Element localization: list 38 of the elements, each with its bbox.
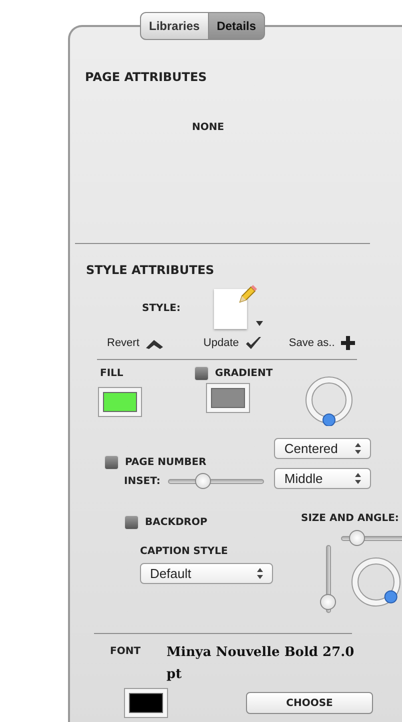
section-title: PAGE ATTRIBUTES	[85, 69, 208, 86]
dropdown[interactable]: Middle	[274, 468, 372, 489]
dropdown[interactable]: Centered	[274, 438, 372, 459]
slider-thumb[interactable]	[195, 473, 212, 489]
page-number-label: PAGE NUMBER	[125, 456, 206, 470]
color-swatch[interactable]	[206, 383, 250, 413]
checkbox[interactable]	[194, 366, 209, 381]
angle-dial[interactable]	[302, 374, 355, 426]
checkbox[interactable]	[104, 455, 119, 470]
angle-dial[interactable]	[349, 555, 402, 609]
backdrop-label: BACKDROP	[145, 516, 208, 530]
action-link[interactable]: Revert	[107, 334, 140, 352]
style-label: STYLE:	[142, 302, 180, 316]
section-value: NONE	[192, 121, 226, 135]
fill-label: FILL	[100, 367, 124, 381]
action-link[interactable]: Update	[203, 334, 239, 352]
updown-arrow-icon	[254, 567, 266, 580]
plus-icon[interactable]	[340, 336, 355, 350]
inset-label: INSET:	[124, 475, 160, 489]
color-swatch[interactable]	[124, 688, 168, 718]
action-link[interactable]: Save as..	[288, 334, 335, 352]
checkbox[interactable]	[124, 515, 139, 530]
slider-thumb[interactable]	[348, 530, 365, 546]
size-and-angle-label: SIZE AND ANGLE:	[301, 512, 400, 526]
dropdown-triangle-icon[interactable]	[256, 321, 264, 326]
choose-button[interactable]: CHOOSE	[246, 692, 373, 714]
font-label: FONT	[110, 645, 141, 659]
gradient-label: GRADIENT	[215, 367, 273, 381]
tab[interactable]: Libraries	[140, 12, 209, 40]
dropdown[interactable]: Default	[140, 563, 273, 584]
tab[interactable]: Details	[208, 12, 266, 40]
section-title: STYLE ATTRIBUTES	[86, 262, 216, 279]
color-swatch[interactable]	[98, 387, 142, 417]
slider-thumb[interactable]	[320, 594, 336, 610]
caption-style-label: CAPTION STYLE	[140, 545, 229, 559]
pencil-icon[interactable]	[237, 285, 258, 304]
checkmark-icon[interactable]	[244, 336, 262, 350]
font-name: Minya Nouvelle Bold 27.0 pt	[166, 644, 356, 684]
